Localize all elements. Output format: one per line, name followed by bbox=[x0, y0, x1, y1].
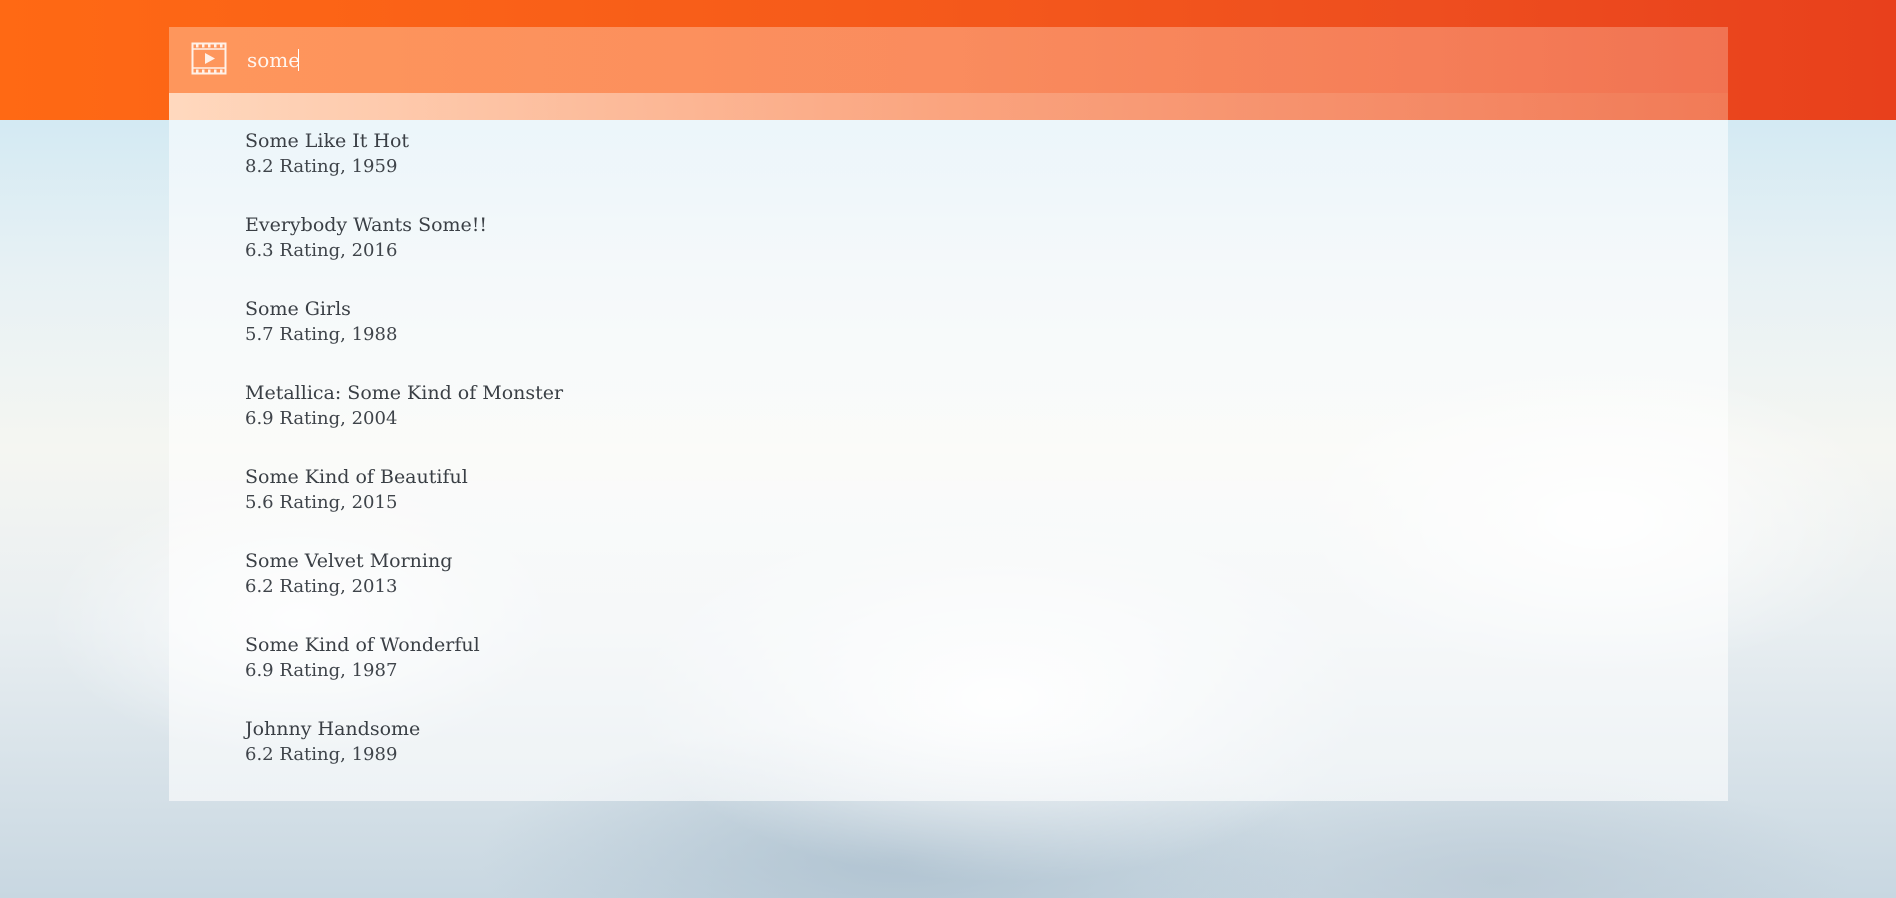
film-play-icon bbox=[191, 42, 227, 75]
result-item[interactable]: Some Like It Hot 8.2 Rating, 1959 bbox=[245, 128, 563, 212]
results-list: Some Like It Hot 8.2 Rating, 1959 Everyb… bbox=[245, 128, 563, 800]
result-item[interactable]: Everybody Wants Some!! 6.3 Rating, 2016 bbox=[245, 212, 563, 296]
result-item[interactable]: Some Girls 5.7 Rating, 1988 bbox=[245, 296, 563, 380]
result-item[interactable]: Johnny Handsome 6.2 Rating, 1989 bbox=[245, 716, 563, 800]
result-rating-year: 6.2 Rating, 1989 bbox=[245, 744, 398, 765]
result-title: Metallica: Some Kind of Monster bbox=[245, 382, 564, 404]
result-title: Johnny Handsome bbox=[245, 718, 421, 740]
result-title: Some Kind of Beautiful bbox=[245, 466, 468, 488]
result-rating-year: 5.7 Rating, 1988 bbox=[245, 324, 398, 345]
results-panel-top-fade bbox=[169, 93, 1728, 120]
result-rating-year: 6.9 Rating, 1987 bbox=[245, 660, 398, 681]
result-item[interactable]: Some Kind of Wonderful 6.9 Rating, 1987 bbox=[245, 632, 563, 716]
result-rating-year: 8.2 Rating, 1959 bbox=[245, 156, 398, 177]
result-title: Some Girls bbox=[245, 298, 351, 320]
result-rating-year: 6.9 Rating, 2004 bbox=[245, 408, 398, 429]
result-rating-year: 6.3 Rating, 2016 bbox=[245, 240, 398, 261]
result-item[interactable]: Some Kind of Beautiful 5.6 Rating, 2015 bbox=[245, 464, 563, 548]
search-input[interactable] bbox=[247, 43, 1647, 77]
result-rating-year: 6.2 Rating, 2013 bbox=[245, 576, 398, 597]
result-item[interactable]: Metallica: Some Kind of Monster 6.9 Rati… bbox=[245, 380, 563, 464]
result-title: Everybody Wants Some!! bbox=[245, 214, 488, 236]
result-title: Some Velvet Morning bbox=[245, 550, 453, 572]
text-caret bbox=[298, 49, 299, 71]
result-title: Some Kind of Wonderful bbox=[245, 634, 480, 656]
result-rating-year: 5.6 Rating, 2015 bbox=[245, 492, 398, 513]
result-item[interactable]: Some Velvet Morning 6.2 Rating, 2013 bbox=[245, 548, 563, 632]
result-title: Some Like It Hot bbox=[245, 130, 410, 152]
search-bar[interactable] bbox=[169, 27, 1728, 93]
